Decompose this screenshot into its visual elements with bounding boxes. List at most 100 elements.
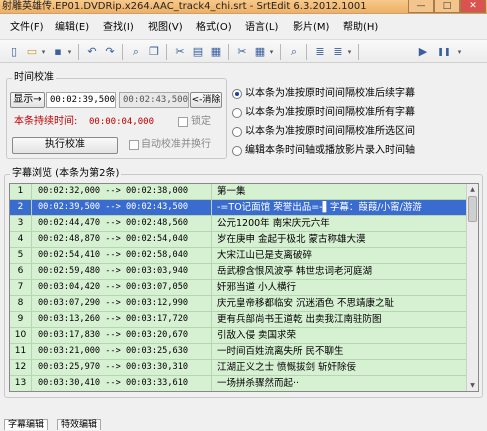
scroll-thumb[interactable] [468, 196, 477, 222]
scroll-down-icon[interactable]: ▼ [467, 380, 478, 391]
indent-icon[interactable]: ≣ [312, 44, 328, 60]
pause-icon[interactable]: ❚❚ [436, 44, 452, 60]
toolbar-separator [358, 44, 359, 60]
cut-icon[interactable]: ✂ [234, 44, 250, 60]
end-time-field[interactable]: 00:02:43,500 [119, 92, 189, 108]
find-icon[interactable]: ⌕ [286, 44, 302, 60]
save-icon[interactable]: ▪ [50, 44, 66, 60]
table-row[interactable]: 1 00:02:32,000 --> 00:02:38,000 第一集 [10, 184, 467, 200]
subtitle-list[interactable]: 13 00:03:30,410 --> 00:03:33,610 一场拼杀骤然而起·… [9, 183, 479, 392]
row-number: 4 [10, 232, 32, 247]
cut-icon[interactable]: ✂ [172, 44, 188, 60]
option-all[interactable]: 以本条为准按原时间间隔校准所有字幕 [232, 106, 415, 120]
table-row[interactable]: 13 00:03:30,410 --> 00:03:33,610 一场拼杀骤然而起·… [10, 376, 467, 391]
new-doc-icon[interactable]: ▯ [6, 44, 22, 60]
table-row[interactable]: 12 00:03:25,970 --> 00:03:30,310 江湖正义之士 愤慨… [10, 360, 467, 376]
option-following[interactable]: 以本条为准按原时间间隔校准后续字幕 [232, 87, 415, 101]
toolbar-overflow-icon[interactable]: ▾ [456, 44, 463, 60]
table-row[interactable]: 6 00:02:59,480 --> 00:03:03,940 岳武穆含恨风波亭 韩… [10, 264, 467, 280]
execute-calibration-button[interactable]: 执行校准 [12, 137, 118, 154]
table-row[interactable]: 11 00:03:21,000 --> 00:03:25,630 一时间百姓流离失所… [10, 344, 467, 360]
duration-value: 00:00:04,000 [89, 117, 155, 127]
open-dropdown-icon[interactable]: ▾ [40, 44, 47, 60]
clear-button[interactable]: <-消除 [190, 92, 222, 108]
menu-find[interactable]: 查找(I) [103, 21, 134, 35]
radio-icon [232, 146, 242, 156]
save-dropdown-icon[interactable]: ▾ [66, 44, 73, 60]
window-title: 射雕英雄传.EP01.DVDRip.x264.AAC_track4_chi.sr… [2, 1, 367, 12]
clipboard-icon[interactable]: ▦ [252, 44, 268, 60]
table-row[interactable]: 5 00:02:54,410 --> 00:02:58,040 大宋江山已是支离破碎 [10, 248, 467, 264]
table-row[interactable]: 8 00:03:07,290 --> 00:03:12,990 庆元皇帝移都临安 沉… [10, 296, 467, 312]
table-row[interactable]: 3 00:02:44,470 --> 00:02:48,560 公元1200年 南宋… [10, 216, 467, 232]
title-bar: 射雕英雄传.EP01.DVDRip.x264.AAC_track4_chi.sr… [0, 0, 487, 14]
menu-language[interactable]: 语言(L) [245, 21, 278, 35]
clipboard-icon[interactable]: ▦ [208, 44, 224, 60]
toolbar-separator [78, 44, 79, 60]
radio-icon [232, 127, 242, 137]
menu-bar: 文件(F) 编辑(E) 查找(I) 视图(V) 格式(O) 语言(L) 影片(M… [0, 18, 487, 38]
display-button[interactable]: 显示→ [10, 92, 45, 108]
toolbar-separator [228, 44, 229, 60]
play-icon[interactable]: ▶ [415, 44, 431, 60]
lock-label: 锁定 [191, 116, 211, 127]
indent-icon[interactable]: ≣ [330, 44, 346, 60]
copy-icon[interactable]: ❐ [146, 44, 162, 60]
menu-view[interactable]: 视图(V) [148, 21, 183, 35]
undo-icon[interactable]: ↶ [84, 44, 100, 60]
menu-edit[interactable]: 编辑(E) [55, 21, 89, 35]
open-folder-icon[interactable]: ▭ [24, 44, 40, 60]
close-button[interactable]: ✕ [460, 0, 486, 13]
option-edit-timeline[interactable]: 编辑本条时间轴或播放影片录入时间轴 [232, 144, 415, 158]
tab-subtitle-edit[interactable]: 字幕编辑 [4, 419, 49, 430]
redo-icon[interactable]: ↷ [102, 44, 118, 60]
row-subtitle-text: 一时间百姓流离失所 民不聊生 [217, 346, 344, 357]
indent-dropdown-icon[interactable]: ▾ [346, 44, 353, 60]
menu-file[interactable]: 文件(F) [10, 21, 44, 35]
table-row[interactable]: 4 00:02:48,870 --> 00:02:54,040 岁在庚申 金起于极北… [10, 232, 467, 248]
auto-calibrate-checkbox[interactable] [129, 140, 139, 150]
table-row[interactable]: 10 00:03:17,830 --> 00:03:20,670 引敌入侵 卖国求荣 [10, 328, 467, 344]
lock-checkbox[interactable] [178, 117, 188, 127]
toolbar-separator [306, 44, 307, 60]
find-icon[interactable]: ⌕ [128, 44, 144, 60]
table-row[interactable]: 9 00:03:13,260 --> 00:03:17,720 更有兵部尚书王道乾 … [10, 312, 467, 328]
toolbar: ▯ ▭ ▾ ▪ ▾ ↶ ↷ ⌕ ❐ ✂ ▤ ▦ ✂ ▦ ▾ ⌕ ≣ ≣ ▾ ▶ … [0, 39, 487, 63]
row-subtitle-text: -=TO记面馆 荣誉出品=-▌字幕：葭葭/小甯/游游 [217, 202, 422, 213]
auto-calibrate-label: 自动校准并换行 [141, 139, 211, 150]
timing-group-title: 时间校准 [12, 72, 56, 84]
tab-effect-edit[interactable]: 特效编辑 [57, 419, 102, 430]
row-timecode: 00:03:21,000 --> 00:03:25,630 [34, 344, 212, 359]
maximize-button[interactable]: □ [434, 0, 460, 13]
table-row[interactable]: 7 00:03:04,420 --> 00:03:07,050 奸邪当道 小人横行 [10, 280, 467, 296]
row-number: 5 [10, 248, 32, 263]
row-number: 8 [10, 296, 32, 311]
row-timecode: 00:03:04,420 --> 00:03:07,050 [34, 280, 212, 295]
paste-icon[interactable]: ▤ [190, 44, 206, 60]
table-row[interactable]: 2 00:02:39,500 --> 00:02:43,500 -=TO记面馆 荣誉… [10, 200, 467, 216]
row-subtitle-text: 第一集 [217, 186, 246, 197]
row-number: 9 [10, 312, 32, 327]
scroll-up-icon[interactable]: ▲ [467, 184, 478, 195]
row-timecode: 00:03:25,970 --> 00:03:30,310 [34, 360, 212, 375]
vertical-scrollbar[interactable]: ▲ ▼ [466, 184, 478, 391]
row-subtitle-text: 公元1200年 南宋庆元六年 [217, 218, 330, 229]
radio-selected-icon [232, 89, 242, 99]
toolbar-separator [122, 44, 123, 60]
menu-movie[interactable]: 影片(M) [293, 21, 329, 35]
start-time-field[interactable]: 00:02:39,500 [46, 92, 116, 108]
menu-format[interactable]: 格式(O) [196, 21, 232, 35]
row-number: 12 [10, 360, 32, 375]
minimize-button[interactable]: — [408, 0, 434, 13]
row-subtitle-text: 庆元皇帝移都临安 沉迷酒色 不思靖康之耻 [217, 298, 395, 309]
option-edit-timeline-label: 编辑本条时间轴或播放影片录入时间轴 [245, 145, 415, 156]
browse-group-title: 字幕浏览 (本条为第2条) [10, 168, 122, 180]
row-timecode: 00:02:59,480 --> 00:03:03,940 [34, 264, 212, 279]
row-subtitle-text: 引敌入侵 卖国求荣 [217, 330, 297, 341]
row-timecode: 00:03:13,260 --> 00:03:17,720 [34, 312, 212, 327]
menu-help[interactable]: 帮助(H) [343, 21, 378, 35]
row-subtitle-text: 更有兵部尚书王道乾 出卖我江南驻防图 [217, 314, 382, 325]
option-range[interactable]: 以本条为准按原时间间隔校准所选区间 [232, 125, 415, 139]
clipboard-dropdown-icon[interactable]: ▾ [268, 44, 275, 60]
row-subtitle-text: 岁在庚申 金起于极北 蒙古称雄大漠 [217, 234, 366, 245]
